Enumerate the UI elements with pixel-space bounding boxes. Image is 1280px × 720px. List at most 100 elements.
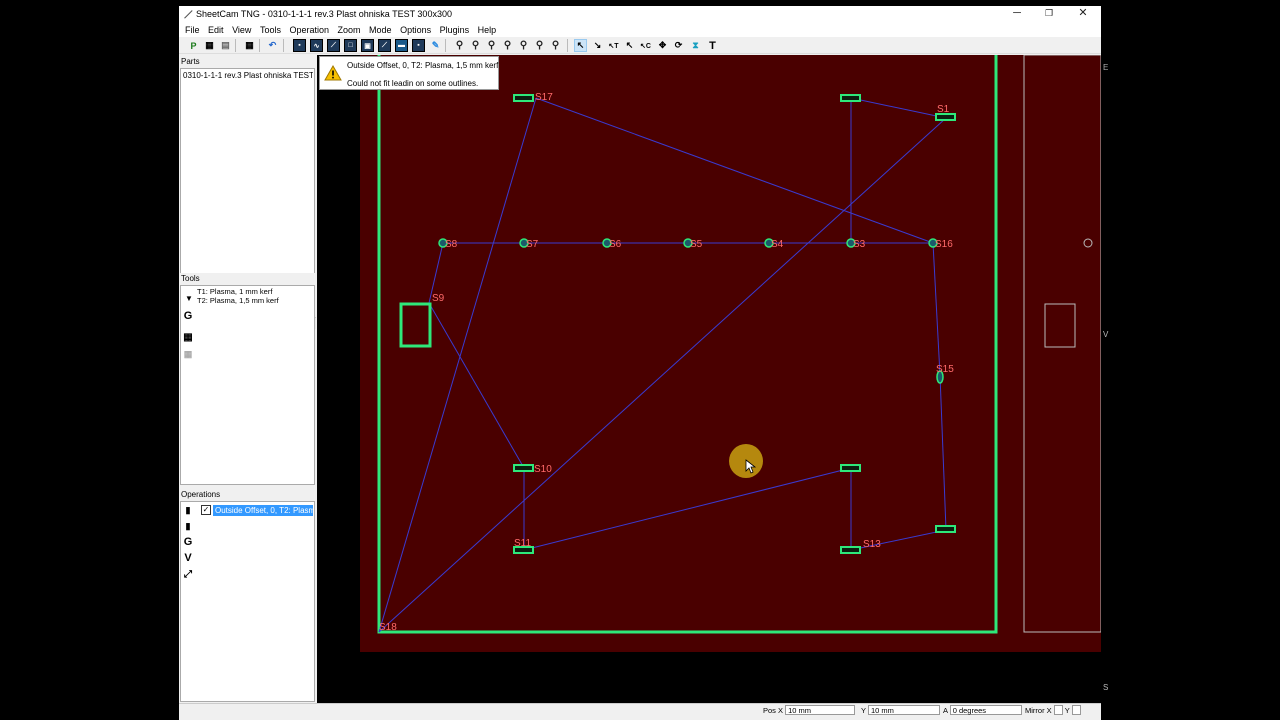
mirror-x-checkbox[interactable] [1053, 705, 1063, 715]
gcode-icon[interactable]: G [182, 310, 194, 322]
tooltip-line-1: Outside Offset, 0, T2: Plasma, 1,5 mm ke… [347, 61, 499, 70]
status-angle: A 0 degrees [943, 705, 1022, 716]
text-tool-icon[interactable]: ↖T [607, 39, 620, 52]
leadin-tool-icon[interactable]: ↖ [623, 39, 636, 52]
slot-mid [840, 464, 861, 472]
title-bar: SheetCam TNG - 0310-1-1-1 rev.3 Plast oh… [179, 6, 1101, 23]
slot-right [935, 525, 956, 533]
y-label: Y [861, 706, 866, 715]
menu-edit[interactable]: Edit [208, 23, 224, 37]
rotate-tool-icon[interactable]: ⟳ [672, 39, 685, 52]
view-rapids-icon[interactable]: ⟋ [327, 39, 340, 52]
label-s17: S17 [535, 92, 553, 103]
menu-operation[interactable]: Operation [289, 23, 329, 37]
undo-icon[interactable]: ↶ [266, 39, 279, 52]
label-s13: S13 [863, 539, 881, 550]
start-point-3-icon[interactable]: ⚲ [485, 39, 498, 52]
view-top-icon[interactable]: ▪ [293, 39, 306, 52]
close-button[interactable]: ✕ [1067, 6, 1099, 23]
menu-file[interactable]: File [185, 23, 200, 37]
select-tool-icon[interactable]: ↖ [574, 39, 587, 52]
a-label: A [943, 706, 948, 715]
open-job-icon[interactable]: ▦ [203, 39, 216, 52]
label-s8: S8 [445, 239, 458, 250]
drill-icon[interactable]: ▮ [182, 520, 194, 532]
start-point-4-icon[interactable]: ⚲ [501, 39, 514, 52]
window-title: SheetCam TNG - 0310-1-1-1 rev.3 Plast oh… [196, 9, 452, 19]
a-value: 0 degrees [949, 705, 1022, 715]
label-s3: S3 [853, 239, 866, 250]
operation-item[interactable]: Outside Offset, 0, T2: Plasma, 1,5 mm ke… [213, 505, 313, 516]
v-carve-icon[interactable]: V [182, 552, 194, 564]
operations-panel [180, 501, 315, 702]
y-value: 10 mm [867, 705, 940, 715]
toolbar: P ▦ ▤ ▦ ↶ ▪ ∿ ⟋ □ ▣ ⟋ ▬ ▪ ✎ ⚲ ⚲ ⚲ ⚲ ⚲ ⚲ … [179, 37, 1101, 54]
pos-x-value: 10 mm [785, 705, 856, 715]
move-tool-icon[interactable]: ✥ [656, 39, 669, 52]
start-point-2-icon[interactable]: ⚲ [469, 39, 482, 52]
view-outline-icon[interactable]: □ [344, 39, 357, 52]
menu-options[interactable]: Options [400, 23, 431, 37]
label-s6: S6 [609, 239, 622, 250]
start-point-7-icon[interactable]: ⚲ [549, 39, 562, 52]
sheetcam-logo-icon [184, 10, 193, 19]
status-mirror: Mirror X Y [1025, 705, 1081, 716]
grid-icon[interactable]: ▦ [182, 331, 194, 343]
corner-tool-icon[interactable]: ↖C [639, 39, 652, 52]
mirror-y-checkbox[interactable] [1071, 705, 1081, 715]
plasma-torch-icon[interactable]: ▼ [183, 292, 195, 304]
label-s15: S15 [936, 364, 954, 375]
slot-s13 [840, 546, 861, 554]
gcode-op-icon[interactable]: G [182, 536, 194, 548]
part-item[interactable]: 0310-1-1-1 rev.3 Plast ohniska TEST 300x… [183, 71, 313, 80]
view-fill-icon[interactable]: ▣ [361, 39, 374, 52]
post-process-icon[interactable]: P [187, 39, 200, 52]
warning-tooltip: Outside Offset, 0, T2: Plasma, 1,5 mm ke… [319, 56, 499, 90]
menu-zoom[interactable]: Zoom [338, 23, 361, 37]
maximize-button[interactable]: ❐ [1033, 6, 1065, 23]
start-tool-icon[interactable]: ↘ [591, 39, 604, 52]
right-edge-v: V [1103, 330, 1109, 339]
start-point-5-icon[interactable]: ⚲ [517, 39, 530, 52]
mirror-x-label: Mirror X [1025, 706, 1052, 715]
menu-plugins[interactable]: Plugins [440, 23, 470, 37]
start-point-icon[interactable]: ⚲ [453, 39, 466, 52]
mouse-cursor-icon [729, 444, 763, 478]
label-s7: S7 [526, 239, 539, 250]
start-point-6-icon[interactable]: ⚲ [533, 39, 546, 52]
operation-checkbox[interactable]: ✓ [201, 505, 211, 515]
menu-tools[interactable]: Tools [260, 23, 281, 37]
nest-tool-icon[interactable]: ⧗ [689, 39, 702, 52]
view-toolpath-icon[interactable]: ∿ [310, 39, 323, 52]
drawing-canvas[interactable]: S1 S3 S4 S5 S6 S7 S8 S9 S10 S11 S13 S15 … [317, 54, 1108, 706]
operations-panel-title: Operations [179, 489, 315, 501]
edit-icon[interactable]: ✎ [429, 39, 442, 52]
label-s9: S9 [432, 293, 445, 304]
menu-help[interactable]: Help [478, 23, 497, 37]
right-edge-e: E [1103, 63, 1109, 72]
view-sheet-icon[interactable]: ▬ [395, 39, 408, 52]
sheet-area [360, 55, 1101, 652]
grid-disabled-icon: ▦ [183, 348, 193, 359]
tool-item-t2[interactable]: T2: Plasma, 1,5 mm kerf [197, 296, 279, 305]
view-3d-icon[interactable]: ⟋ [378, 39, 391, 52]
text-icon[interactable]: T [706, 39, 719, 52]
minimize-button[interactable]: ─ [1001, 6, 1033, 23]
tool-item-t1[interactable]: T1: Plasma, 1 mm kerf [197, 287, 272, 296]
toolpath-view[interactable]: S1 S3 S4 S5 S6 S7 S8 S9 S10 S11 S13 S15 … [317, 54, 1102, 706]
view-zoom-icon[interactable]: ▪ [412, 39, 425, 52]
label-s16: S16 [935, 239, 953, 250]
tools-panel-title: Tools [179, 273, 315, 285]
menu-mode[interactable]: Mode [369, 23, 392, 37]
print-icon[interactable]: ▤ [219, 39, 232, 52]
tools-panel [180, 285, 315, 485]
warning-icon [324, 65, 342, 81]
plasma-op-icon[interactable]: ▮ [182, 504, 194, 516]
table-icon[interactable]: ▦ [243, 39, 256, 52]
app-window: SheetCam TNG - 0310-1-1-1 rev.3 Plast oh… [179, 6, 1108, 720]
menu-view[interactable]: View [232, 23, 251, 37]
menu-bar: File Edit View Tools Operation Zoom Mode… [179, 23, 1101, 37]
label-s5: S5 [690, 239, 703, 250]
path-icon[interactable]: ⤢ [182, 568, 194, 580]
label-s1: S1 [937, 104, 950, 115]
